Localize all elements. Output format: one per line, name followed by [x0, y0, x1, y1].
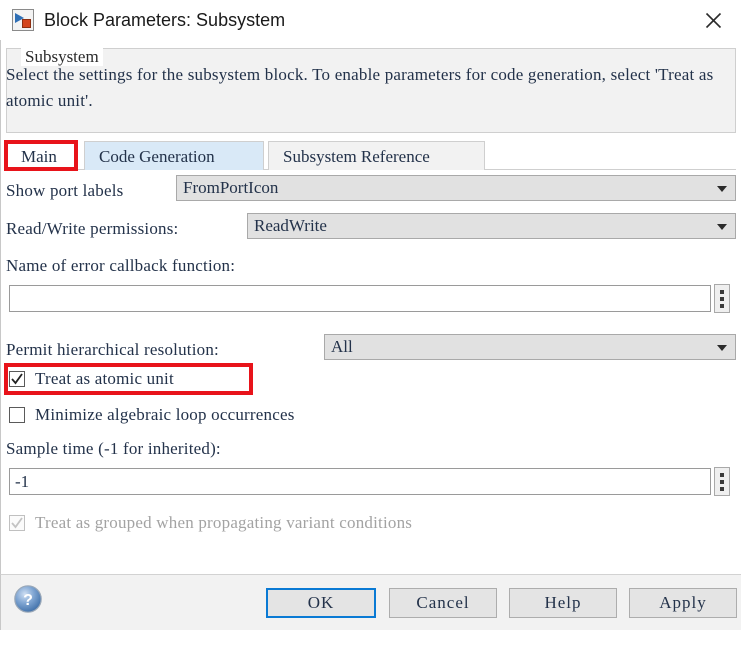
permit-hierarchical-dropdown[interactable]: All	[324, 334, 736, 360]
window-bottom-edge	[0, 630, 741, 648]
close-icon[interactable]	[693, 6, 733, 34]
chevron-down-icon	[717, 345, 727, 351]
read-write-permissions-label: Read/Write permissions:	[6, 219, 179, 238]
dot	[720, 289, 724, 294]
permit-hierarchical-label: Permit hierarchical resolution:	[6, 340, 219, 359]
tab-subsystem-reference[interactable]: Subsystem Reference	[268, 141, 485, 170]
help-question-icon[interactable]: ?	[13, 584, 43, 614]
dot	[720, 296, 724, 301]
minimize-algebraic-loop-checkbox[interactable]	[9, 407, 25, 423]
sample-time-label-row: Sample time (-1 for inherited):	[6, 436, 221, 462]
sample-time-label: Sample time (-1 for inherited):	[6, 439, 221, 458]
dot	[720, 486, 724, 491]
error-callback-label-row: Name of error callback function:	[6, 253, 235, 279]
treat-as-grouped-checkbox	[9, 515, 25, 531]
read-write-permissions-dropdown[interactable]: ReadWrite	[247, 213, 736, 239]
dialog-body: Subsystem Select the settings for the su…	[0, 40, 741, 574]
show-port-labels-value: FromPortIcon	[183, 178, 279, 197]
sample-time-input[interactable]: -1	[9, 468, 711, 495]
minimize-algebraic-loop-label: Minimize algebraic loop occurrences	[35, 405, 295, 424]
read-write-permissions-value: ReadWrite	[254, 216, 327, 235]
sample-time-browse-icon[interactable]	[714, 467, 730, 496]
treat-as-grouped-label: Treat as grouped when propagating varian…	[35, 513, 413, 532]
read-write-permissions-label-row: Read/Write permissions:	[6, 216, 178, 242]
treat-as-grouped-checkbox-row: Treat as grouped when propagating varian…	[9, 513, 412, 533]
svg-text:?: ?	[23, 592, 33, 609]
permit-hierarchical-label-row: Permit hierarchical resolution:	[6, 337, 219, 363]
show-port-labels-dropdown[interactable]: FromPortIcon	[176, 175, 736, 201]
description-text: Select the settings for the subsystem bl…	[6, 65, 714, 110]
error-callback-input[interactable]	[9, 285, 711, 312]
chevron-down-icon	[717, 186, 727, 192]
tab-code-generation[interactable]: Code Generation	[84, 141, 264, 170]
help-button[interactable]: Help	[509, 588, 617, 618]
cancel-button[interactable]: Cancel	[389, 588, 497, 618]
dot	[720, 472, 724, 477]
title-bar: Block Parameters: Subsystem	[0, 0, 741, 40]
treat-as-atomic-unit-checkbox-row[interactable]: Treat as atomic unit	[9, 369, 174, 389]
permit-hierarchical-value: All	[331, 337, 353, 356]
window-title: Block Parameters: Subsystem	[44, 9, 286, 30]
tab-main[interactable]: Main	[6, 141, 78, 170]
square-glyph	[22, 19, 31, 28]
apply-button[interactable]: Apply	[629, 588, 737, 618]
tab-strip: Main Code Generation Subsystem Reference	[6, 141, 736, 170]
ok-button[interactable]: OK	[266, 588, 376, 618]
dot	[720, 479, 724, 484]
subsystem-block-icon	[12, 9, 34, 31]
dialog-footer: ? OK Cancel Help Apply	[0, 574, 741, 630]
error-callback-browse-icon[interactable]	[714, 284, 730, 313]
treat-as-atomic-unit-checkbox[interactable]	[9, 371, 25, 387]
block-parameters-dialog: Block Parameters: Subsystem Subsystem Se…	[0, 0, 741, 648]
minimize-algebraic-loop-checkbox-row[interactable]: Minimize algebraic loop occurrences	[9, 405, 295, 425]
show-port-labels-label: Show port labels	[6, 181, 124, 200]
show-port-labels-label-row: Show port labels	[6, 178, 123, 204]
dot	[720, 303, 724, 308]
chevron-down-icon	[717, 224, 727, 230]
treat-as-atomic-unit-label: Treat as atomic unit	[35, 369, 174, 388]
error-callback-label: Name of error callback function:	[6, 256, 236, 275]
